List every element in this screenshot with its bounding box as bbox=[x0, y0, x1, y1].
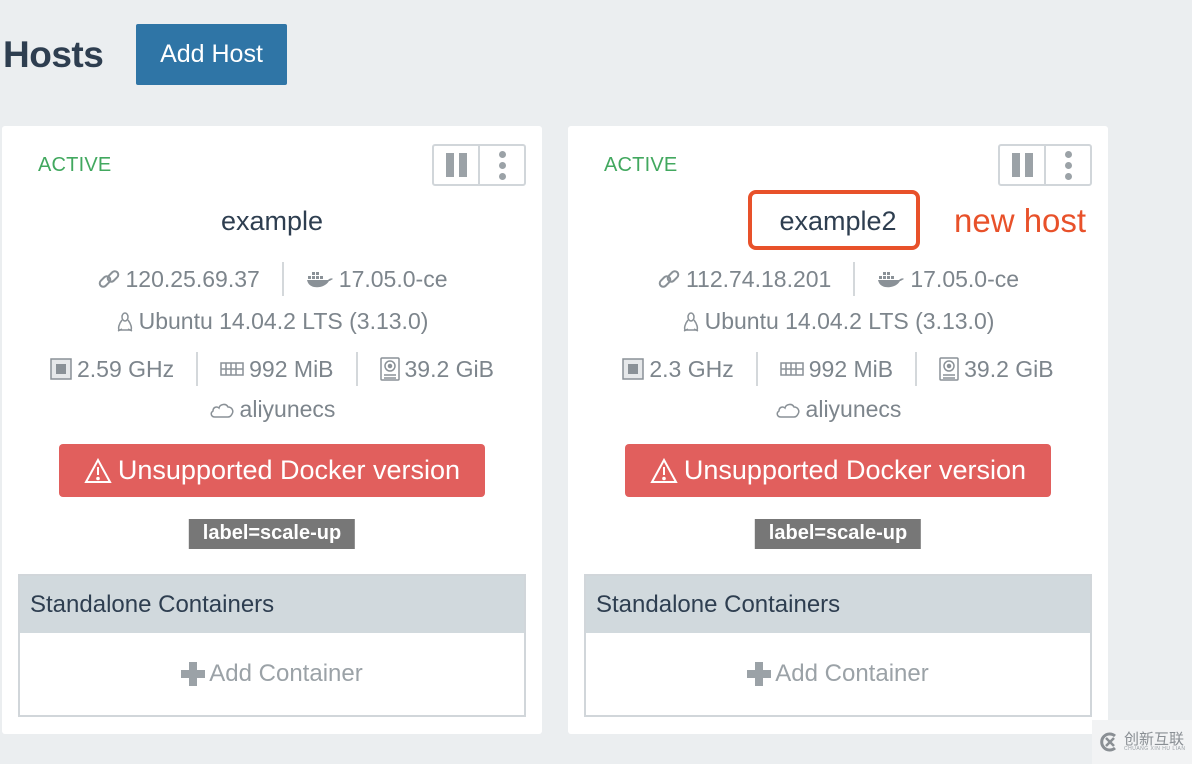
cloud-icon bbox=[775, 401, 801, 419]
linux-icon bbox=[682, 311, 700, 333]
cpu-icon bbox=[50, 358, 72, 380]
docker-icon bbox=[306, 269, 334, 289]
docker-icon bbox=[877, 269, 905, 289]
cloud-icon bbox=[209, 401, 235, 419]
standalone-containers-panel: Standalone Containers Add Container bbox=[584, 574, 1092, 717]
more-actions-button[interactable] bbox=[1044, 146, 1090, 184]
host-state: ACTIVE bbox=[604, 154, 678, 176]
warning-text: Unsupported Docker version bbox=[683, 455, 1027, 485]
host-actions bbox=[998, 144, 1092, 186]
brand-logo-icon bbox=[1098, 731, 1120, 753]
containers-title: Standalone Containers bbox=[20, 576, 524, 633]
add-container-button[interactable]: Add Container bbox=[181, 660, 363, 688]
os-row: Ubuntu 14.04.2 LTS (3.13.0) bbox=[2, 308, 542, 335]
pause-icon bbox=[1011, 153, 1033, 177]
storage-size: 39.2 GiB bbox=[404, 355, 495, 382]
more-actions-button[interactable] bbox=[478, 146, 524, 184]
kebab-menu-icon bbox=[1064, 150, 1072, 180]
pause-button[interactable] bbox=[1000, 146, 1044, 184]
disk-icon bbox=[939, 357, 959, 381]
host-ip: 112.74.18.201 bbox=[685, 265, 832, 292]
provider-name: aliyunecs bbox=[239, 396, 336, 422]
linux-icon bbox=[116, 311, 134, 333]
host-state: ACTIVE bbox=[38, 154, 112, 176]
add-container-button[interactable]: Add Container bbox=[747, 660, 929, 688]
provider-row: aliyunecs bbox=[568, 396, 1108, 423]
pause-icon bbox=[445, 153, 467, 177]
resources-row: 2.59 GHz 992 MiB 39.2 GiB bbox=[2, 352, 542, 386]
new-host-annotation: new host bbox=[954, 202, 1087, 239]
add-container-label: Add Container bbox=[775, 660, 929, 687]
kebab-menu-icon bbox=[498, 150, 506, 180]
cpu-speed: 2.3 GHz bbox=[649, 355, 734, 382]
add-host-button[interactable]: Add Host bbox=[136, 24, 287, 85]
storage-size: 39.2 GiB bbox=[964, 355, 1054, 382]
host-label-badge: label=scale-up bbox=[188, 519, 356, 549]
containers-title: Standalone Containers bbox=[586, 576, 1090, 633]
provider-row: aliyunecs bbox=[2, 396, 542, 423]
watermark-text: 创新互联 bbox=[1124, 731, 1185, 748]
host-name-row: example bbox=[2, 204, 542, 239]
unsupported-docker-warning[interactable]: Unsupported Docker version bbox=[59, 444, 485, 497]
memory-icon bbox=[780, 361, 804, 377]
docker-version: 17.05.0-ce bbox=[910, 265, 1020, 292]
disk-icon bbox=[379, 357, 400, 381]
pause-button[interactable] bbox=[434, 146, 478, 184]
host-label-badge: label=scale-up bbox=[754, 519, 922, 549]
memory-icon bbox=[220, 361, 244, 377]
warning-text: Unsupported Docker version bbox=[117, 455, 461, 485]
network-row: 112.74.18.201 17.05.0-ce bbox=[568, 262, 1108, 296]
network-row: 120.25.69.37 17.05.0-ce bbox=[2, 262, 542, 296]
link-icon bbox=[657, 267, 681, 291]
watermark-logo: 创新互联 CHUANG XIN HU LIAN bbox=[1092, 720, 1192, 764]
host-card: ACTIVE example 120.25.69.37 17.05.0-ce U… bbox=[2, 126, 542, 734]
host-name[interactable]: example2 bbox=[779, 204, 896, 239]
link-icon bbox=[97, 267, 121, 291]
memory-size: 992 MiB bbox=[249, 355, 334, 382]
cpu-icon bbox=[622, 358, 645, 380]
docker-version: 17.05.0-ce bbox=[338, 265, 448, 292]
os-info: Ubuntu 14.04.2 LTS (3.13.0) bbox=[704, 308, 995, 334]
cpu-speed: 2.59 GHz bbox=[76, 355, 175, 382]
warning-icon bbox=[84, 457, 112, 484]
plus-icon bbox=[747, 662, 772, 686]
os-info: Ubuntu 14.04.2 LTS (3.13.0) bbox=[138, 308, 429, 334]
host-name[interactable]: example bbox=[221, 204, 323, 239]
plus-icon bbox=[181, 662, 206, 686]
resources-row: 2.3 GHz 992 MiB 39.2 GiB bbox=[568, 352, 1108, 386]
warning-icon bbox=[650, 457, 678, 484]
watermark-subtext: CHUANG XIN HU LIAN bbox=[1124, 746, 1186, 752]
unsupported-docker-warning[interactable]: Unsupported Docker version bbox=[625, 444, 1051, 497]
memory-size: 992 MiB bbox=[808, 355, 894, 382]
standalone-containers-panel: Standalone Containers Add Container bbox=[18, 574, 526, 717]
host-actions bbox=[432, 144, 526, 186]
os-row: Ubuntu 14.04.2 LTS (3.13.0) bbox=[568, 308, 1108, 335]
add-container-label: Add Container bbox=[209, 660, 363, 687]
host-ip: 120.25.69.37 bbox=[125, 265, 260, 292]
page-header: Hosts Add Host bbox=[0, 24, 287, 86]
provider-name: aliyunecs bbox=[805, 396, 902, 422]
page-title: Hosts bbox=[3, 34, 104, 75]
